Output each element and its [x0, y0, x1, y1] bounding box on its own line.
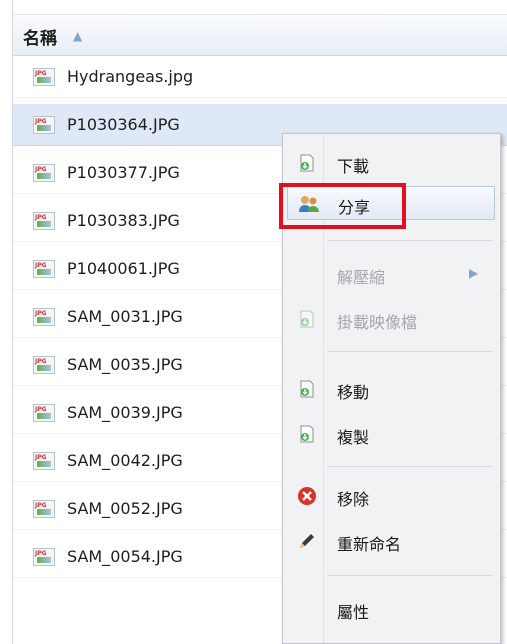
menu-item-rename[interactable]: 重新命名	[287, 524, 495, 558]
file-download-icon	[297, 379, 317, 399]
jpg-file-icon	[33, 260, 55, 278]
menu-item-label: 移動	[337, 383, 370, 402]
menu-item-mount-iso: 掛載映像檔	[287, 302, 495, 336]
jpg-file-icon	[33, 356, 55, 374]
jpg-file-icon	[33, 452, 55, 470]
menu-item-label: 移除	[337, 490, 370, 509]
file-name: SAM_0031.JPG	[67, 307, 183, 326]
menu-item-extract: 解壓縮 ▶	[287, 257, 495, 291]
menu-item-label: 複製	[337, 428, 370, 447]
submenu-arrow-icon: ▶	[469, 266, 479, 280]
jpg-file-icon	[33, 68, 55, 86]
menu-item-download[interactable]: 下載	[287, 146, 495, 180]
menu-separator	[327, 575, 493, 576]
share-highlight-box	[279, 183, 406, 229]
jpg-file-icon	[33, 548, 55, 566]
menu-item-label: 解壓縮	[337, 268, 386, 287]
jpg-file-icon	[33, 164, 55, 182]
menu-item-label: 下載	[337, 157, 370, 176]
jpg-file-icon	[33, 500, 55, 518]
menu-item-label: 掛載映像檔	[337, 313, 418, 332]
file-name: SAM_0054.JPG	[67, 547, 183, 566]
jpg-file-icon	[33, 404, 55, 422]
sort-ascending-icon[interactable]: ▲	[73, 29, 82, 43]
file-name: Hydrangeas.jpg	[67, 67, 194, 86]
file-name: P1030377.JPG	[67, 163, 180, 182]
jpg-file-icon	[33, 116, 55, 134]
menu-item-properties[interactable]: 屬性	[287, 592, 495, 626]
menu-item-move[interactable]: 移動	[287, 372, 495, 406]
menu-item-label: 重新命名	[337, 535, 402, 554]
file-row[interactable]: Hydrangeas.jpg	[13, 56, 507, 98]
jpg-file-icon	[33, 212, 55, 230]
file-name: P1040061.JPG	[67, 259, 180, 278]
menu-separator	[327, 351, 493, 352]
menu-separator	[327, 466, 493, 467]
file-name: SAM_0042.JPG	[67, 451, 183, 470]
red-x-icon	[297, 486, 317, 506]
name-column-label: 名稱	[23, 29, 57, 49]
file-name: SAM_0035.JPG	[67, 355, 183, 374]
menu-item-copy[interactable]: 複製	[287, 417, 495, 451]
file-name: SAM_0052.JPG	[67, 499, 183, 518]
menu-item-delete[interactable]: 移除	[287, 479, 495, 513]
file-download-icon	[297, 424, 317, 444]
jpg-file-icon	[33, 308, 55, 326]
file-name: SAM_0039.JPG	[67, 403, 183, 422]
file-download-icon	[297, 309, 317, 329]
file-name: P1030364.JPG	[67, 115, 180, 134]
menu-item-label: 屬性	[337, 603, 370, 622]
name-column-header[interactable]: 名稱 ▲	[13, 14, 507, 56]
menu-separator	[327, 240, 493, 241]
file-name: P1030383.JPG	[67, 211, 180, 230]
file-download-icon	[297, 153, 317, 173]
pencil-icon	[297, 531, 317, 551]
